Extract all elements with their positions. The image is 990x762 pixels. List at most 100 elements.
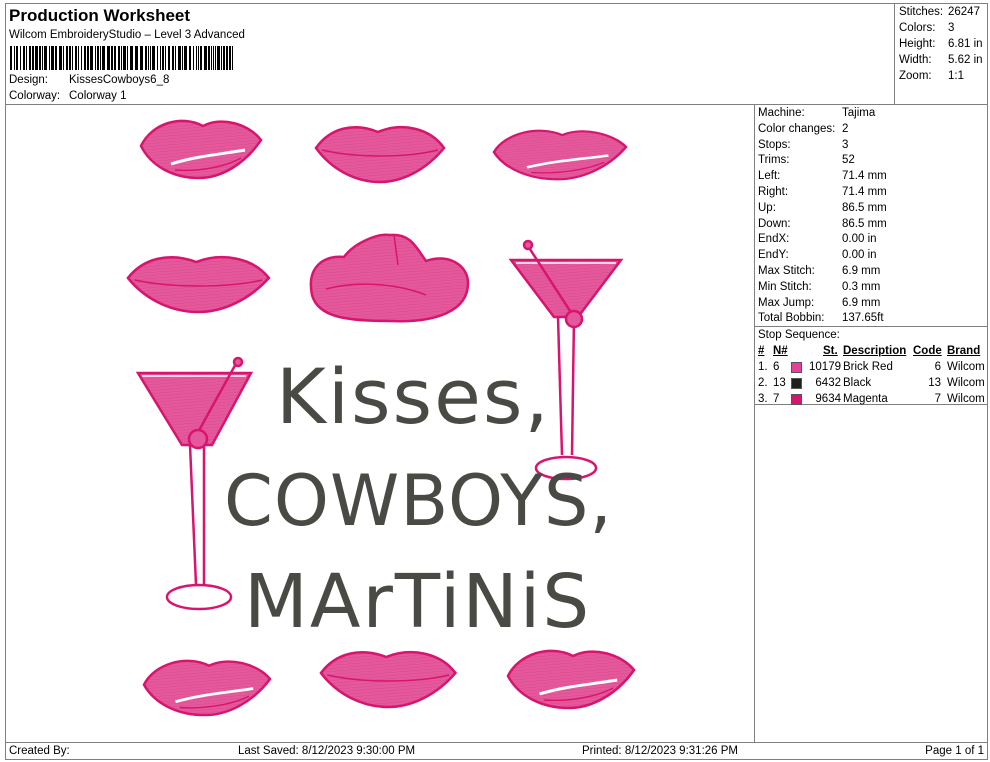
stop-st: 9634 — [815, 393, 841, 405]
machine-value: 6.9 mm — [842, 265, 881, 277]
stop-needle: 7 — [773, 393, 780, 405]
stop-brand: Wilcom — [947, 361, 985, 373]
stop-row: 1. 6 10179 Brick Red 6 Wilcom — [755, 361, 988, 377]
thread-color-swatch — [791, 362, 802, 373]
machine-value: 137.65ft — [842, 312, 884, 325]
machine-row: Total Bobbin: 137.65ft — [758, 312, 884, 327]
machine-row: Machine: Tajima — [758, 107, 875, 122]
summary-value: 6.81 in — [948, 38, 983, 50]
machine-row: Right: 71.4 mm — [758, 186, 887, 201]
machine-label: EndY: — [758, 249, 789, 262]
embroidery-design: Kisses, COWBOYS, MArTiNiS — [126, 119, 636, 717]
summary-label: Width: — [899, 54, 932, 66]
stop-num: 1. — [758, 361, 768, 373]
stop-description: Black — [843, 377, 872, 389]
design-label: Design: — [9, 74, 48, 86]
machine-label: Up: — [758, 201, 776, 214]
machine-value: 71.4 mm — [842, 186, 887, 198]
design-name: KissesCowboys6_8 — [69, 74, 170, 86]
stop-code: 7 — [934, 393, 941, 405]
lips-4 — [126, 255, 271, 314]
thread-color-swatch — [791, 378, 802, 389]
machine-row: EndY: 0.00 in — [758, 249, 877, 264]
machine-label: Machine: — [758, 107, 805, 119]
machine-value: 71.4 mm — [842, 170, 887, 183]
machine-label: Right: — [758, 186, 789, 198]
stop-brand: Wilcom — [947, 377, 985, 389]
column-header-code: Code — [913, 345, 942, 357]
design-text-line-1: Kisses, — [276, 352, 551, 441]
design-text-line-2: COWBOYS, — [224, 460, 613, 542]
machine-row: Color changes: 2 — [758, 123, 848, 138]
machine-value: 52 — [842, 154, 855, 167]
summary-row: Colors: 3 — [899, 22, 954, 34]
created-by: Created By: — [9, 745, 70, 757]
machine-label: Max Stitch: — [758, 265, 815, 277]
column-header-description: Description — [843, 345, 907, 357]
summary-label: Colors: — [899, 22, 936, 34]
cowboy-hat — [309, 233, 470, 323]
summary-row: Width: 5.62 in — [899, 54, 983, 66]
column-header-brand: Brand — [947, 345, 981, 357]
machine-label: EndX: — [758, 233, 790, 246]
machine-value: 0.3 mm — [842, 280, 881, 293]
machine-value: 0.00 in — [842, 233, 877, 246]
barcode — [10, 46, 233, 70]
machine-value: Tajima — [842, 107, 876, 119]
machine-settings: Machine: Tajima Color changes: 2 Stops: 3 Trim… — [755, 105, 988, 327]
stop-needle: 13 — [773, 377, 786, 389]
machine-row: Down: 86.5 mm — [758, 218, 887, 233]
design-preview: Kisses, COWBOYS, MArTiNiS — [6, 105, 755, 742]
machine-value: 0.00 in — [842, 249, 877, 262]
summary-label: Height: — [899, 38, 936, 50]
machine-label: Left: — [758, 170, 781, 183]
machine-label: Total Bobbin: — [758, 312, 825, 325]
stop-description: Brick Red — [843, 361, 893, 373]
machine-value: 86.5 mm — [842, 201, 887, 214]
lips-7 — [506, 649, 636, 710]
summary-value: 5.62 in — [948, 54, 983, 66]
stop-sequence-table: Stop Sequence: # N# St. Description Code… — [755, 327, 988, 405]
stop-code: 6 — [934, 361, 941, 373]
summary-value: 1:1 — [948, 70, 964, 82]
stop-num: 3. — [758, 393, 768, 405]
stop-code: 13 — [928, 377, 941, 389]
summary-row: Stitches: 26247 — [899, 6, 980, 18]
stop-num: 2. — [758, 377, 768, 389]
machine-row: Min Stitch: 0.3 mm — [758, 281, 880, 296]
machine-value: 2 — [842, 122, 849, 135]
page-number: Page 1 of 1 — [925, 745, 984, 757]
machine-info-panel: Machine: Tajima Color changes: 2 Stops: 3 Trim… — [755, 105, 988, 742]
colorway-name: Colorway 1 — [69, 90, 127, 102]
worksheet-footer: Created By: Last Saved: 8/12/2023 9:30:0… — [6, 742, 988, 760]
thread-color-swatch — [791, 394, 802, 405]
colorway-row: Colorway: Colorway 1 — [9, 90, 127, 102]
stop-description: Magenta — [843, 393, 888, 405]
stop-brand: Wilcom — [947, 393, 985, 405]
column-header-needle: N# — [773, 345, 788, 357]
lips-3 — [492, 129, 628, 181]
last-saved: Last Saved: 8/12/2023 9:30:00 PM — [238, 745, 416, 757]
column-header-num: # — [758, 345, 765, 357]
lips-5 — [142, 659, 272, 717]
machine-value: 6.9 mm — [842, 296, 881, 309]
production-worksheet: Production Worksheet Wilcom EmbroiderySt… — [5, 3, 988, 760]
lips-6 — [319, 650, 457, 709]
stop-row: 3. 7 9634 Magenta 7 Wilcom — [755, 393, 988, 409]
machine-row: Max Jump: 6.9 mm — [758, 297, 880, 312]
printed-date: Printed: 8/12/2023 9:31:26 PM — [582, 745, 738, 757]
summary-value: 3 — [948, 22, 955, 34]
summary-value: 26247 — [948, 6, 980, 18]
summary-label: Stitches: — [899, 6, 944, 18]
column-header-stitches: St. — [823, 345, 838, 357]
machine-value: 86.5 mm — [842, 217, 887, 230]
machine-label: Max Jump: — [758, 296, 815, 309]
worksheet-header: Production Worksheet Wilcom EmbroiderySt… — [6, 4, 895, 105]
machine-row: Left: 71.4 mm — [758, 170, 887, 185]
machine-row: Up: 86.5 mm — [758, 202, 887, 217]
machine-label: Stops: — [758, 138, 791, 151]
stop-needle: 6 — [773, 361, 780, 373]
machine-row: EndX: 0.00 in — [758, 233, 877, 248]
software-name: Wilcom EmbroideryStudio – Level 3 Advanc… — [9, 29, 245, 41]
stop-st: 6432 — [815, 377, 841, 389]
